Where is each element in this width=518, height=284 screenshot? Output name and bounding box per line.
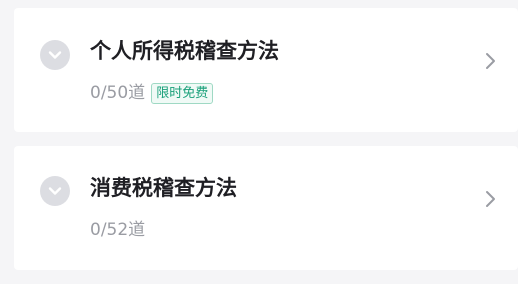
chevron-down-icon[interactable] [40, 176, 70, 206]
item-meta: 0/52道 [90, 219, 145, 241]
item-title: 消费税稽查方法 [90, 176, 237, 200]
question-progress: 0/52道 [90, 220, 146, 240]
chevron-right-icon[interactable] [484, 190, 498, 208]
chevron-right-icon[interactable] [484, 52, 498, 70]
list-item-individual-income-tax[interactable]: 个人所得税稽查方法 0/50道 限时免费 [14, 8, 518, 132]
item-title: 个人所得税稽查方法 [90, 39, 279, 63]
chevron-down-icon[interactable] [40, 40, 70, 70]
list-item-consumption-tax[interactable]: 消费税稽查方法 0/52道 [14, 146, 518, 270]
question-progress: 0/50道 [90, 83, 146, 103]
item-meta: 0/50道 限时免费 [90, 82, 214, 104]
free-badge: 限时免费 [151, 82, 214, 104]
chapter-list: 个人所得税稽查方法 0/50道 限时免费 消费税稽查方法 0/52道 [0, 0, 518, 284]
